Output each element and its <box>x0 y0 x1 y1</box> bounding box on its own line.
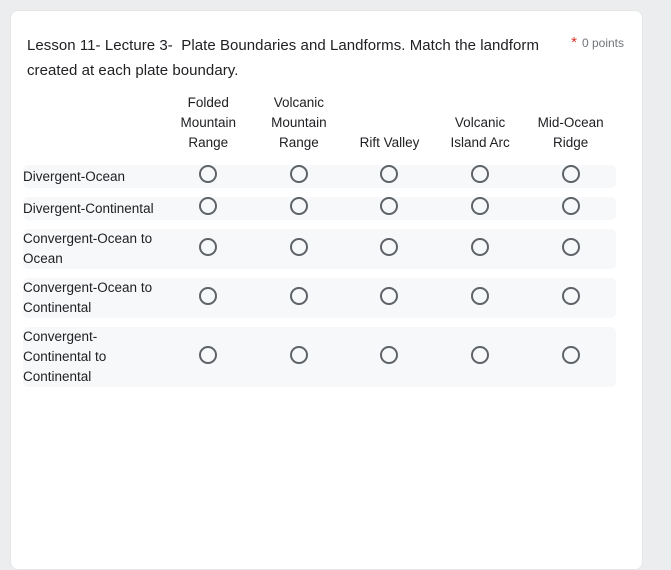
radio-cell-r1-c2[interactable] <box>344 197 435 220</box>
radio-cell-r1-c3[interactable] <box>434 197 526 220</box>
question-header: Lesson 11- Lecture 3- Plate Boundaries a… <box>11 11 642 83</box>
radio-button-icon[interactable] <box>289 286 308 305</box>
radio-button-icon[interactable] <box>380 345 399 364</box>
radio-cell-r2-c3[interactable] <box>434 229 526 269</box>
radio-cell-r2-c4[interactable] <box>525 229 616 269</box>
radio-button-icon[interactable] <box>289 345 308 364</box>
row-label: Divergent-Ocean <box>23 165 163 188</box>
radio-button-icon[interactable] <box>289 197 308 215</box>
radio-button-icon[interactable] <box>561 197 580 215</box>
row-gap <box>23 220 616 229</box>
radio-cell-r0-c4[interactable] <box>525 165 616 188</box>
required-asterisk-icon: * <box>571 34 577 51</box>
multiple-choice-grid: Folded Mountain Range Volcanic Mountain … <box>11 83 642 387</box>
radio-button-icon[interactable] <box>380 237 399 256</box>
radio-cell-r4-c1[interactable] <box>253 327 345 387</box>
grid-corner-spacer <box>23 83 163 165</box>
column-header-4: Mid-Ocean Ridge <box>537 115 604 150</box>
column-header-1: Volcanic Mountain Range <box>271 95 327 150</box>
question-card: Lesson 11- Lecture 3- Plate Boundaries a… <box>10 10 643 570</box>
radio-button-icon[interactable] <box>471 237 490 256</box>
radio-button-icon[interactable] <box>561 237 580 256</box>
radio-button-icon[interactable] <box>561 286 580 305</box>
radio-cell-r2-c1[interactable] <box>253 229 345 269</box>
page-right-gutter <box>643 0 671 553</box>
radio-button-icon[interactable] <box>199 345 218 364</box>
column-header-0: Folded Mountain Range <box>180 95 237 150</box>
radio-button-icon[interactable] <box>289 237 308 256</box>
radio-cell-r4-c2[interactable] <box>344 327 435 387</box>
row-gap <box>23 269 616 278</box>
row-label: Convergent-Continental to Continental <box>23 327 163 387</box>
radio-cell-r3-c4[interactable] <box>525 278 616 318</box>
points-area: * 0 points <box>571 33 624 51</box>
radio-cell-r0-c0[interactable] <box>163 165 254 188</box>
radio-button-icon[interactable] <box>199 237 218 256</box>
radio-cell-r0-c3[interactable] <box>434 165 526 188</box>
grid-row: Divergent-Continental <box>23 197 616 220</box>
grid-row: Convergent-Continental to Continental <box>23 327 616 387</box>
radio-button-icon[interactable] <box>199 286 218 305</box>
radio-button-icon[interactable] <box>471 286 490 305</box>
radio-cell-r3-c0[interactable] <box>163 278 254 318</box>
row-label: Convergent-Ocean to Ocean <box>23 229 163 269</box>
radio-button-icon[interactable] <box>289 165 308 183</box>
radio-cell-r4-c0[interactable] <box>163 327 254 387</box>
grid-header-row: Folded Mountain Range Volcanic Mountain … <box>23 83 616 165</box>
radio-cell-r4-c3[interactable] <box>434 327 526 387</box>
radio-button-icon[interactable] <box>561 165 580 183</box>
column-header-2: Rift Valley <box>359 135 420 150</box>
radio-cell-r3-c2[interactable] <box>344 278 435 318</box>
grid-table: Folded Mountain Range Volcanic Mountain … <box>23 83 616 387</box>
radio-button-icon[interactable] <box>380 286 399 305</box>
radio-cell-r1-c0[interactable] <box>163 197 254 220</box>
radio-cell-r0-c2[interactable] <box>344 165 435 188</box>
grid-row: Convergent-Ocean to Ocean <box>23 229 616 269</box>
row-label: Convergent-Ocean to Continental <box>23 278 163 318</box>
radio-cell-r2-c0[interactable] <box>163 229 254 269</box>
radio-cell-r2-c2[interactable] <box>344 229 435 269</box>
radio-cell-r3-c3[interactable] <box>434 278 526 318</box>
row-label: Divergent-Continental <box>23 197 163 220</box>
radio-cell-r1-c1[interactable] <box>253 197 345 220</box>
radio-button-icon[interactable] <box>471 197 490 215</box>
radio-cell-r3-c1[interactable] <box>253 278 345 318</box>
radio-button-icon[interactable] <box>199 197 218 215</box>
grid-row: Divergent-Ocean <box>23 165 616 188</box>
radio-cell-r1-c4[interactable] <box>525 197 616 220</box>
row-gap <box>23 318 616 327</box>
radio-cell-r0-c1[interactable] <box>253 165 345 188</box>
radio-button-icon[interactable] <box>199 165 218 183</box>
question-title: Lesson 11- Lecture 3- Plate Boundaries a… <box>27 37 544 79</box>
radio-button-icon[interactable] <box>561 345 580 364</box>
grid-row: Convergent-Ocean to Continental <box>23 278 616 318</box>
grid-body: Divergent-Ocean Divergent-Continental Co… <box>23 165 616 387</box>
points-label: 0 points <box>581 36 624 50</box>
radio-button-icon[interactable] <box>471 165 490 183</box>
radio-cell-r4-c4[interactable] <box>525 327 616 387</box>
radio-button-icon[interactable] <box>471 345 490 364</box>
form-page: Lesson 11- Lecture 3- Plate Boundaries a… <box>0 0 671 570</box>
column-header-3: Volcanic Island Arc <box>450 115 510 150</box>
radio-button-icon[interactable] <box>380 165 399 183</box>
row-gap <box>23 188 616 197</box>
radio-button-icon[interactable] <box>380 197 399 215</box>
